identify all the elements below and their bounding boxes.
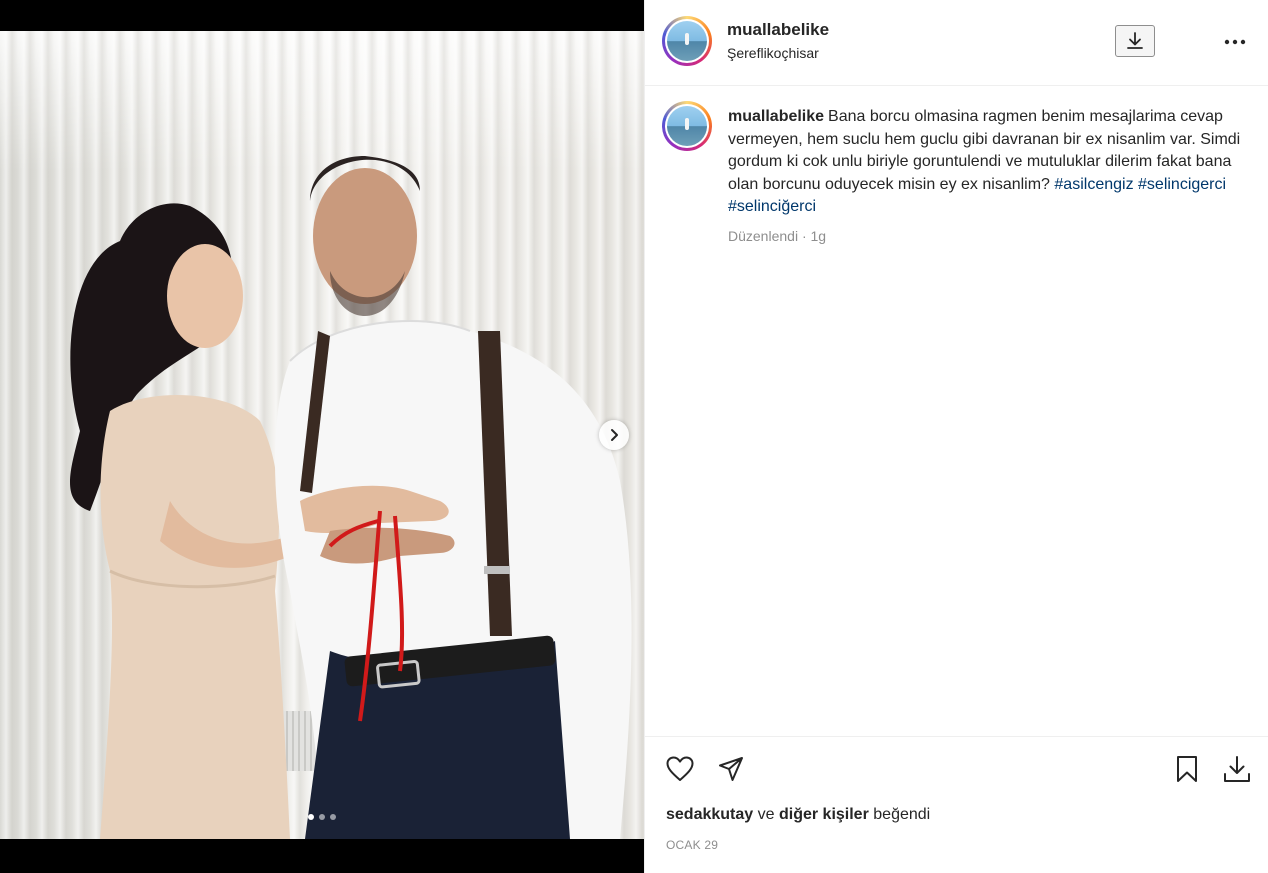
likes-summary: sedakkutay ve diğer kişiler beğendi: [666, 806, 930, 824]
liked-connector: ve: [757, 806, 775, 823]
caption-avatar-border: [665, 104, 709, 148]
more-options-button[interactable]: [1223, 30, 1247, 54]
share-button[interactable]: [715, 753, 747, 785]
action-bar: [645, 736, 1268, 800]
post-header: muallabelike Şereflikoçhisar: [645, 0, 1268, 86]
hashtag-link[interactable]: #selinciğerci: [728, 198, 816, 215]
caption-avatar[interactable]: [662, 101, 712, 151]
time-ago[interactable]: 1g: [811, 228, 827, 244]
post-details-panel: muallabelike Şereflikoçhisar muallabelik…: [644, 0, 1268, 873]
download-button[interactable]: [1115, 25, 1155, 57]
hashtag-link[interactable]: #selincigerci: [1138, 176, 1226, 193]
liked-suffix: beğendi: [873, 806, 931, 823]
carousel-dot-3[interactable]: [330, 814, 336, 820]
more-icon: [1224, 39, 1246, 45]
instagram-post-viewer: muallabelike Şereflikoçhisar muallabelik…: [0, 0, 1268, 873]
caption-meta: Düzenlendi · 1g: [728, 228, 826, 244]
liked-by-user[interactable]: sedakkutay: [666, 806, 753, 823]
avatar-image: [667, 21, 707, 61]
couple-illustration: [70, 156, 632, 839]
carousel-next-button[interactable]: [599, 420, 629, 450]
caption-avatar-image: [667, 106, 707, 146]
edited-label: Düzenlendi: [728, 228, 799, 244]
carousel-dot-2[interactable]: [319, 814, 325, 820]
header-location[interactable]: Şereflikoçhisar: [727, 45, 819, 61]
chevron-right-icon: [611, 429, 618, 441]
download-icon: [1224, 756, 1250, 782]
post-date[interactable]: OCAK 29: [666, 838, 718, 852]
bookmark-icon: [1177, 756, 1197, 782]
send-icon: [719, 757, 743, 781]
meta-separator: ·: [801, 228, 807, 244]
avatar-border: [665, 19, 709, 63]
post-photo[interactable]: [0, 31, 644, 839]
download-icon: [1127, 32, 1143, 49]
header-username[interactable]: muallabelike: [727, 20, 829, 40]
caption-text-block: muallabelike Bana borcu olmasina ragmen b…: [728, 106, 1248, 219]
download-media-button[interactable]: [1221, 753, 1253, 785]
liked-others-link[interactable]: diğer kişiler: [779, 806, 869, 823]
caption-username[interactable]: muallabelike: [728, 108, 824, 125]
save-button[interactable]: [1171, 753, 1203, 785]
carousel-dot-1[interactable]: [308, 814, 314, 820]
carousel-dots: [0, 814, 644, 820]
caption-avatar-figure: [685, 118, 689, 130]
avatar-figure: [685, 33, 689, 45]
avatar[interactable]: [662, 16, 712, 66]
post-media-panel: [0, 0, 644, 873]
like-button[interactable]: [664, 753, 696, 785]
hashtag-link[interactable]: #asilcengiz: [1054, 176, 1133, 193]
heart-icon: [666, 756, 694, 781]
